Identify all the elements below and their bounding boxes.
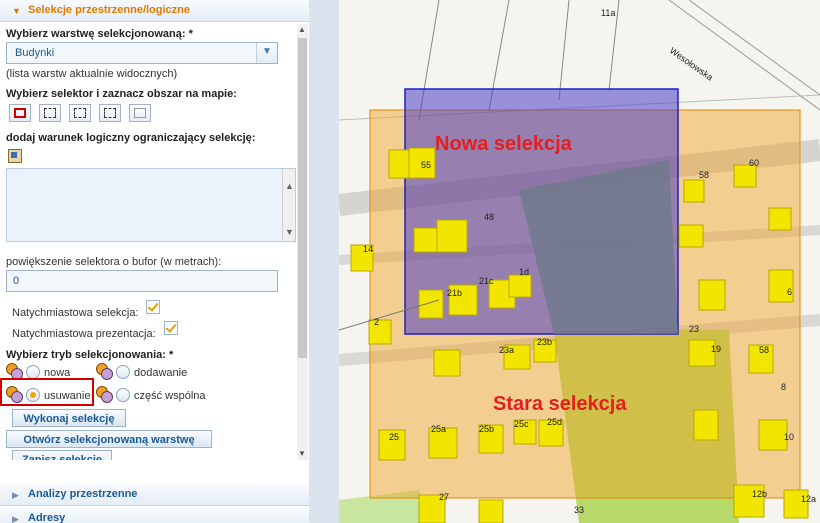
map-label: 21c	[479, 276, 494, 286]
map-label: 25c	[514, 419, 529, 429]
mode-radio-intersect[interactable]	[116, 388, 130, 402]
new-mode-icon	[6, 363, 23, 380]
map-view[interactable]: 11a 58 55 60 48 1d 21b 21c 23a 23b 58 25…	[339, 0, 820, 523]
scroll-up-icon[interactable]: ▲	[285, 181, 294, 191]
textarea-scrollbar[interactable]: ▲ ▼	[282, 169, 295, 241]
mode-radio-new[interactable]	[26, 365, 40, 379]
map-label: 23a	[499, 345, 514, 355]
map-label: 58	[699, 170, 709, 180]
buffer-input[interactable]: 0	[6, 270, 278, 292]
map-label: 25d	[547, 417, 562, 427]
intersect-mode-icon	[96, 386, 113, 403]
instant-presentation-label: Natychmiastowa prezentacja:	[12, 328, 156, 340]
spatial-analysis-title: Analizy przestrzenne	[28, 488, 138, 500]
clear-selector-button[interactable]	[129, 104, 151, 122]
section-header-selections[interactable]: ▼ Selekcje przestrzenne/logiczne	[0, 0, 309, 22]
rectangle-selector-button[interactable]	[9, 104, 31, 122]
map-label: 25b	[479, 424, 494, 434]
instant-presentation-checkbox[interactable]	[164, 321, 178, 335]
buffer-value: 0	[13, 275, 20, 287]
map-label: 58	[759, 345, 769, 355]
mode-label: Wybierz tryb selekcjonowania: *	[6, 349, 174, 361]
polygon-selector-button[interactable]	[39, 104, 61, 122]
open-layer-button[interactable]: Otwórz selekcjonowaną warstwę	[6, 430, 212, 448]
scroll-up-icon[interactable]: ▲	[298, 25, 306, 34]
mode-remove-label: usuwanie	[44, 390, 91, 402]
circle-select-icon	[74, 108, 86, 118]
map-label: 2	[374, 317, 379, 327]
section-header-addresses[interactable]: ▶ Adresy	[0, 508, 309, 523]
layer-select-value: Budynki	[15, 47, 55, 59]
instant-selection-label: Natychmiastowa selekcja:	[12, 307, 139, 319]
map-label: 6	[787, 287, 792, 297]
layer-note: (lista warstw aktualnie widocznych)	[6, 68, 178, 80]
map-label: 55	[421, 160, 431, 170]
map-label: 60	[749, 158, 759, 168]
remove-mode-icon	[6, 386, 23, 403]
logic-condition-field[interactable]: ▲ ▼	[6, 168, 296, 242]
map-label: 25a	[431, 424, 446, 434]
section-title: Selekcje przestrzenne/logiczne	[28, 4, 191, 16]
panel-splitter[interactable]	[309, 0, 339, 523]
execute-selection-button[interactable]: Wykonaj selekcję	[12, 409, 126, 427]
section-header-spatial-analysis[interactable]: ▶ Analizy przestrzenne	[0, 484, 309, 506]
map-label: 25	[389, 432, 399, 442]
map-label: 48	[484, 212, 494, 222]
selection-panel: ▼ Selekcje przestrzenne/logiczne Wybierz…	[0, 0, 310, 523]
chevron-down-icon: ▼	[262, 46, 272, 57]
map-label: 12a	[801, 494, 816, 504]
map-label: 1d	[519, 267, 529, 277]
rectangle-select-icon	[14, 108, 26, 118]
chevron-right-icon: ▶	[12, 514, 19, 523]
map-label: 11a	[601, 8, 615, 18]
point-select-icon	[104, 108, 116, 118]
dropdown-trigger[interactable]: ▼	[256, 43, 277, 63]
map-label: 23	[689, 324, 699, 334]
chevron-right-icon: ▶	[12, 490, 19, 500]
mode-radio-add[interactable]	[116, 365, 130, 379]
map-label: 23b	[537, 337, 552, 347]
map-label: 8	[781, 382, 786, 392]
add-mode-icon	[96, 363, 113, 380]
map-canvas[interactable]: 11a 58 55 60 48 1d 21b 21c 23a 23b 58 25…	[339, 0, 820, 523]
map-label: 10	[784, 432, 794, 442]
addresses-title: Adresy	[28, 512, 66, 523]
save-selection-button[interactable]: Zapisz selekcję	[12, 450, 112, 460]
new-selection-label: Nowa selekcja	[435, 133, 572, 155]
mode-radio-remove[interactable]	[26, 388, 40, 402]
map-label: 12b	[752, 489, 767, 499]
logic-label: dodaj warunek logiczny ograniczający sel…	[6, 132, 256, 144]
scroll-down-icon[interactable]: ▼	[285, 227, 294, 237]
map-label: 21b	[447, 288, 462, 298]
panel-scrollbar[interactable]: ▲ ▼	[297, 24, 308, 460]
selector-label: Wybierz selektor i zaznacz obszar na map…	[6, 88, 237, 100]
polygon-select-icon	[44, 108, 56, 118]
selection-form: Wybierz warstwę selekcjonowaną: * Budynk…	[0, 24, 297, 460]
scroll-down-icon[interactable]: ▼	[298, 449, 306, 458]
map-label: 14	[363, 244, 373, 254]
layer-select[interactable]: Budynki ▼	[6, 42, 278, 64]
buffer-label: powiększenie selektora o bufor (w metrac…	[6, 256, 222, 268]
mode-intersect-label: część wspólna	[134, 390, 206, 402]
map-label: 27	[439, 492, 449, 502]
layer-label: Wybierz warstwę selekcjonowaną: *	[6, 28, 193, 40]
instant-selection-checkbox[interactable]	[146, 300, 160, 314]
circle-selector-button[interactable]	[69, 104, 91, 122]
map-label: 33	[574, 505, 584, 515]
logic-condition-icon[interactable]	[8, 149, 22, 163]
map-label: 19	[711, 344, 721, 354]
clear-select-icon	[134, 108, 146, 118]
mode-add-label: dodawanie	[134, 367, 188, 379]
expand-arrow-icon: ▼	[12, 6, 21, 16]
old-selection-label: Stara selekcja	[493, 393, 627, 415]
point-selector-button[interactable]	[99, 104, 121, 122]
scroll-thumb[interactable]	[298, 38, 307, 358]
